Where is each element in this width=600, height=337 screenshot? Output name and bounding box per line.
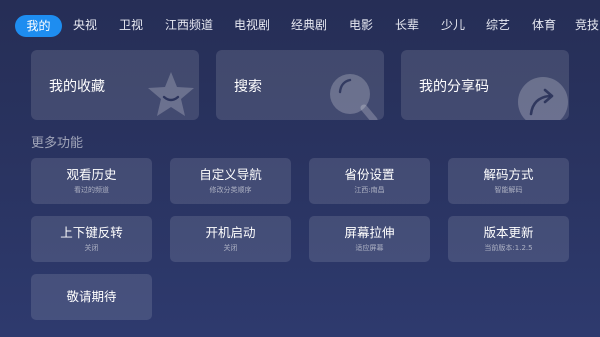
- favorites-card[interactable]: 我的收藏: [31, 50, 199, 120]
- card-subtitle: 当前版本:1.2.5: [484, 244, 533, 252]
- nav-tab-classic-series[interactable]: 经典剧: [288, 14, 330, 36]
- key-reverse-card[interactable]: 上下键反转 关闭: [31, 216, 152, 262]
- search-label: 搜索: [234, 79, 262, 95]
- card-title: 解码方式: [483, 167, 534, 182]
- card-subtitle: 智能解码: [494, 186, 523, 194]
- nav-tab-elders[interactable]: 长辈: [392, 14, 422, 36]
- card-subtitle: 修改分类顺序: [209, 186, 252, 194]
- card-subtitle: 适应屏幕: [355, 244, 384, 252]
- category-nav: 我的 央视 卫视 江西频道 电视剧 经典剧 电影 长辈 少儿 综艺 体育 竞技: [0, 10, 600, 40]
- nav-tab-kids[interactable]: 少儿: [438, 14, 468, 36]
- coming-soon-card[interactable]: 敬请期待: [31, 274, 152, 320]
- card-title: 观看历史: [66, 167, 117, 182]
- card-title: 开机启动: [205, 225, 256, 240]
- card-subtitle: 关闭: [223, 244, 238, 252]
- card-title: 屏幕拉伸: [344, 225, 395, 240]
- share-code-label: 我的分享码: [419, 79, 489, 95]
- nav-tab-mine[interactable]: 我的: [15, 15, 62, 37]
- card-subtitle: 看过的频道: [74, 186, 109, 194]
- card-title: 省份设置: [344, 167, 395, 182]
- nav-tab-movies[interactable]: 电影: [346, 14, 376, 36]
- nav-tab-satellite[interactable]: 卫视: [116, 14, 146, 36]
- card-subtitle: 江西:南昌: [354, 186, 385, 194]
- nav-tab-cctv[interactable]: 央视: [70, 14, 100, 36]
- boot-start-card[interactable]: 开机启动 关闭: [170, 216, 291, 262]
- nav-tab-tv-series[interactable]: 电视剧: [231, 14, 273, 36]
- share-code-card[interactable]: 我的分享码: [401, 50, 569, 120]
- card-title: 版本更新: [483, 225, 534, 240]
- province-settings-card[interactable]: 省份设置 江西:南昌: [309, 158, 430, 204]
- version-update-card[interactable]: 版本更新 当前版本:1.2.5: [448, 216, 569, 262]
- star-icon: [145, 70, 197, 118]
- decode-mode-card[interactable]: 解码方式 智能解码: [448, 158, 569, 204]
- card-title: 自定义导航: [199, 167, 262, 182]
- card-subtitle: 关闭: [84, 244, 99, 252]
- nav-tab-variety[interactable]: 综艺: [483, 14, 513, 36]
- card-title: 敬请期待: [66, 289, 117, 304]
- nav-tab-sports[interactable]: 体育: [529, 14, 559, 36]
- search-card[interactable]: 搜索: [216, 50, 384, 120]
- more-functions-title: 更多功能: [31, 136, 84, 151]
- favorites-label: 我的收藏: [49, 79, 105, 95]
- card-title: 上下键反转: [60, 225, 123, 240]
- custom-nav-card[interactable]: 自定义导航 修改分类顺序: [170, 158, 291, 204]
- screen-stretch-card[interactable]: 屏幕拉伸 适应屏幕: [309, 216, 430, 262]
- nav-tab-jiangxi[interactable]: 江西频道: [162, 14, 216, 36]
- share-icon: [515, 74, 569, 120]
- nav-tab-esports[interactable]: 竞技: [575, 14, 600, 36]
- search-icon: [326, 70, 380, 120]
- watch-history-card[interactable]: 观看历史 看过的频道: [31, 158, 152, 204]
